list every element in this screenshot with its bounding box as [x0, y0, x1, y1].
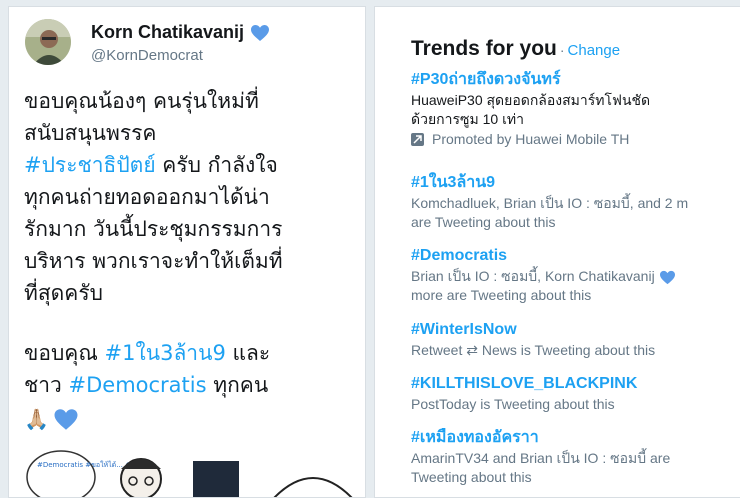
trend-context: more are Tweeting about this: [411, 287, 592, 303]
praying-hands-icon: 🙏🏼: [24, 407, 49, 431]
trend-description: HuaweiP30 สุดยอดกล้องสมาร์ทโฟนชัด: [411, 92, 651, 108]
trend-context: Tweeting about this: [411, 469, 532, 485]
trends-panel: Trends for you · Change #P30ถ่ายถึงดวงจันท…: [374, 6, 740, 498]
trend-tag[interactable]: #KILLTHISLOVE_BLACKPINK: [411, 373, 740, 395]
tweet-line: ที่สุดครับ: [24, 281, 103, 305]
trend-item[interactable]: #P30ถ่ายถึงดวงจันทร์ HuaweiP30 สุดยอดกล้…: [411, 69, 740, 149]
tweet-line: ทุกคนถ่ายทอดออกมาได้น่า: [24, 185, 270, 209]
display-name-text[interactable]: Korn Chatikavanij: [91, 22, 244, 43]
trend-tag[interactable]: #เหมืองทองอัคราา: [411, 427, 740, 449]
trend-tag[interactable]: #P30ถ่ายถึงดวงจันทร์: [411, 69, 740, 91]
heart-icon: [54, 408, 78, 430]
hashtag-link[interactable]: #ประชาธิปัตย์: [24, 153, 156, 177]
trend-context: Brian เป็น IO : ซอมบี้, Korn Chatikavani…: [411, 267, 740, 286]
user-handle[interactable]: @KornDemocrat: [91, 47, 203, 64]
tweet-line: บริหาร พวกเราจะทำให้เต็มที่: [24, 249, 283, 273]
display-name[interactable]: Korn Chatikavanij: [91, 22, 270, 43]
hashtag-link[interactable]: #1ใน3ล้าน9: [105, 341, 226, 365]
promoted-label: Promoted by Huawei Mobile TH: [411, 129, 740, 149]
trend-tag[interactable]: #1ใน3ล้าน9: [411, 172, 740, 194]
trend-tag[interactable]: #WinterIsNow: [411, 319, 740, 341]
trends-header: Trends for you · Change: [411, 37, 620, 61]
heart-icon: [659, 270, 675, 284]
trend-item[interactable]: #เหมืองทองอัคราา AmarinTV34 and Brian เป…: [411, 427, 740, 487]
tweet-line: รักมาก วันนี้ประชุมกรรมการ: [24, 217, 283, 241]
separator: ·: [559, 42, 565, 58]
trend-item[interactable]: #Democratis Brian เป็น IO : ซอมบี้, Korn…: [411, 245, 740, 305]
tweet-line: ชาว #Democratis ทุกคน: [24, 373, 269, 397]
tweet-card: Korn Chatikavanij @KornDemocrat ขอบคุณน้…: [8, 6, 366, 498]
hashtag-link[interactable]: #Democratis: [69, 373, 207, 397]
change-link[interactable]: Change: [568, 42, 621, 59]
trend-context: PostToday is Tweeting about this: [411, 396, 615, 412]
trend-item[interactable]: #KILLTHISLOVE_BLACKPINK PostToday is Twe…: [411, 373, 740, 414]
tweet-line: ขอบคุณ #1ใน3ล้าน9 และ: [24, 341, 271, 365]
tweet-line: ขอบคุณน้องๆ คนรุ่นใหม่ที่: [24, 89, 259, 113]
emoji-row: 🙏🏼: [24, 403, 362, 435]
tweet-line: #ประชาธิปัตย์ ครับ กำลังใจ: [24, 153, 278, 177]
tweet-text: ขอบคุณน้องๆ คนรุ่นใหม่ที่ สนับสนุนพรรค #…: [24, 85, 362, 435]
trend-context: are Tweeting about this: [411, 214, 556, 230]
trend-item[interactable]: #1ใน3ล้าน9 Komchadluek, Brian เป็น IO : …: [411, 172, 740, 232]
retweet-icon: ⇄: [466, 342, 478, 358]
promoted-arrow-icon: [411, 132, 424, 146]
trend-context: AmarinTV34 and Brian เป็น IO : ซอมบี้ ar…: [411, 450, 671, 466]
avatar[interactable]: [25, 19, 71, 65]
trend-context: Komchadluek, Brian เป็น IO : ซอมบี้, and…: [411, 195, 689, 211]
heart-icon: [251, 24, 270, 41]
tweet-line: สนับสนุนพรรค: [24, 121, 157, 145]
trend-item[interactable]: #WinterIsNow Retweet ⇄ News is Tweeting …: [411, 319, 740, 360]
trend-tag[interactable]: #Democratis: [411, 245, 740, 267]
trends-title: Trends for you: [411, 37, 557, 60]
attached-cartoon-image[interactable]: #Democratis #ขอให้ได้... #ปชป: [23, 439, 363, 497]
trend-description: ด้วยการซูม 10 เท่า: [411, 111, 524, 127]
trend-context: Retweet ⇄ News is Tweeting about this: [411, 342, 656, 358]
